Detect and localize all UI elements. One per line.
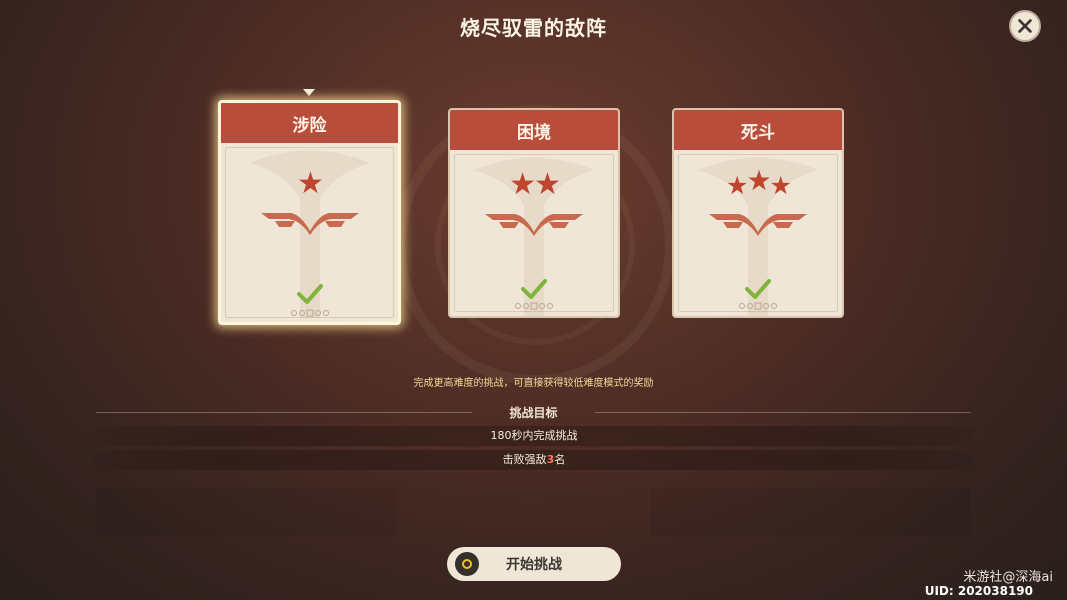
difficulty-card-1[interactable]: 涉险 ★ — [218, 100, 401, 325]
objective-text-suffix: 名 — [554, 453, 566, 466]
difficulty-stars: ★★★ — [674, 166, 842, 201]
difficulty-label: 困境 — [450, 110, 618, 150]
start-button-label: 开始挑战 — [506, 557, 562, 573]
controller-button-icon — [455, 552, 479, 576]
card-dots — [739, 302, 777, 310]
star-icon: ★ — [726, 171, 748, 200]
star-icon: ★ — [297, 166, 324, 201]
close-button[interactable] — [1009, 10, 1041, 42]
difficulty-label: 涉险 — [221, 103, 398, 143]
check-icon — [521, 279, 547, 299]
wing-emblem-icon — [260, 213, 359, 235]
faded-panel-left — [96, 488, 396, 536]
objective-row: 击败强敌3名 — [94, 450, 974, 470]
objective-text: 180秒内完成挑战 — [490, 429, 578, 442]
card-dots — [290, 309, 329, 317]
objective-row: 180秒内完成挑战 — [94, 426, 974, 446]
uid-label: UID: 202038190 — [924, 584, 1033, 598]
wing-emblem-icon — [485, 214, 583, 236]
difficulty-card-3[interactable]: 死斗 ★★★ — [672, 108, 844, 318]
difficulty-stars: ★★ — [450, 170, 618, 200]
close-icon — [1018, 19, 1032, 33]
star-icon: ★ — [509, 167, 536, 202]
star-icon: ★ — [769, 171, 792, 200]
difficulty-label: 死斗 — [674, 110, 842, 150]
watermark: 米游社@深海ai — [963, 570, 1053, 585]
start-challenge-button[interactable]: 开始挑战 — [447, 547, 621, 581]
star-icon: ★ — [534, 167, 561, 202]
selection-indicator-icon — [303, 89, 315, 96]
difficulty-card-2[interactable]: 困境 ★★ — [448, 108, 620, 318]
difficulty-stars: ★ — [221, 169, 398, 199]
check-icon — [745, 279, 771, 299]
wing-emblem-icon — [709, 214, 807, 236]
check-icon — [296, 284, 323, 304]
divider-right — [595, 412, 971, 413]
faded-panel-right — [650, 488, 970, 536]
reward-hint: 完成更高难度的挑战，可直接获得较低难度模式的奖励 — [413, 378, 654, 389]
star-icon: ★ — [746, 164, 771, 197]
card-dots — [515, 302, 553, 310]
objective-text-prefix: 击败强敌 — [502, 453, 547, 466]
page-title: 烧尽驭雷的敌阵 — [460, 16, 607, 40]
